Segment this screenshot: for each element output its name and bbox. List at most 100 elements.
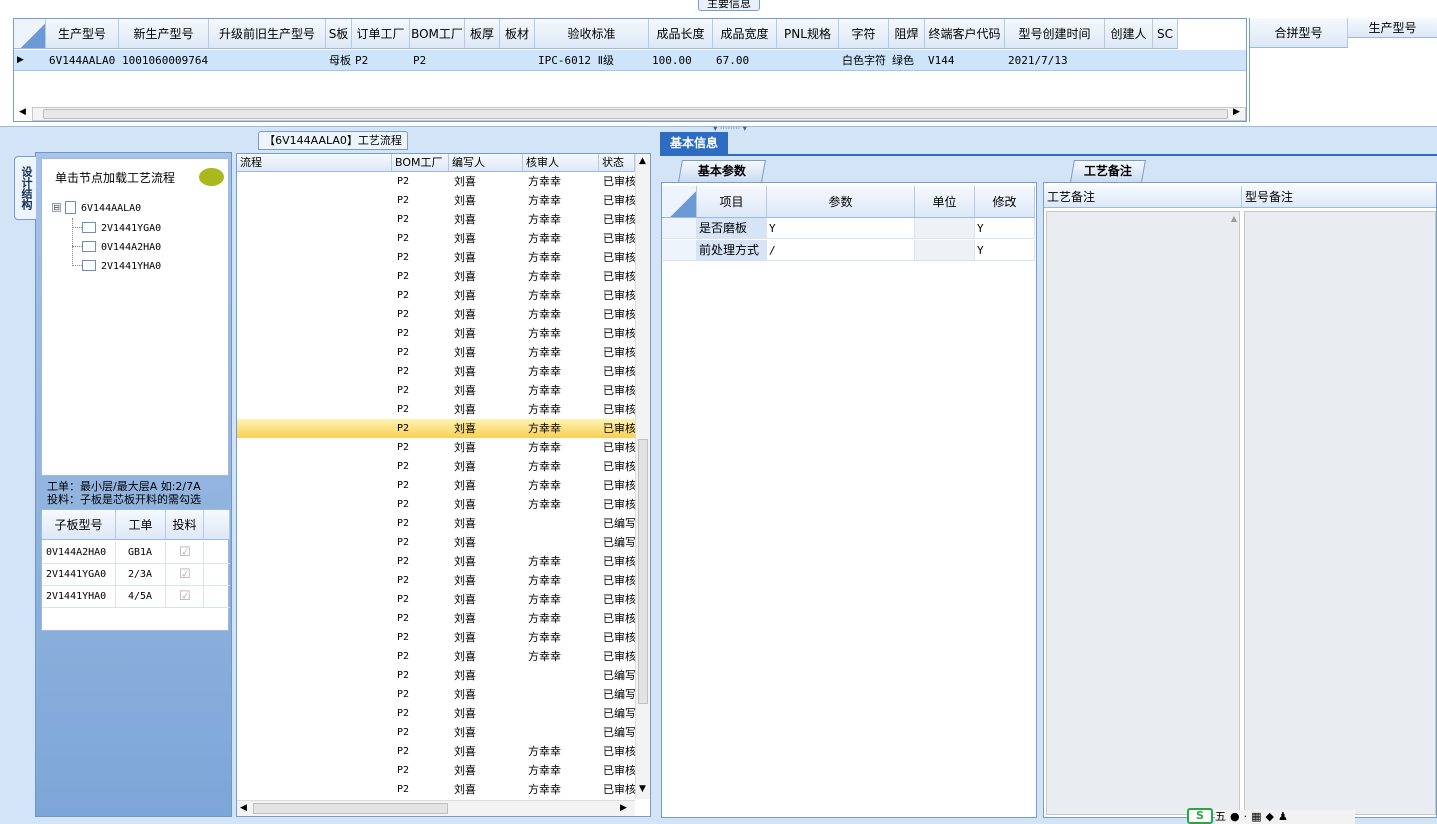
col-header[interactable]: 新生产型号: [119, 19, 209, 49]
table-cell[interactable]: 100.00: [652, 50, 712, 70]
col-header[interactable]: 项目: [697, 186, 767, 218]
process-remark-textarea[interactable]: ▲: [1046, 211, 1240, 815]
table-cell[interactable]: [1108, 50, 1152, 70]
process-row[interactable]: −电子测试P2刘喜已编写: [237, 666, 635, 685]
tab-basic-info[interactable]: 基本信息: [660, 132, 728, 154]
scroll-up-icon[interactable]: ▲: [1231, 214, 1237, 223]
tab-basic-params[interactable]: 基本参数: [678, 160, 766, 182]
scrollbar-thumb[interactable]: [43, 109, 1228, 119]
col-header[interactable]: 创建人: [1105, 19, 1153, 49]
process-row[interactable]: 阻焊前处理1P2刘喜方幸幸已审核: [237, 419, 635, 438]
table-cell[interactable]: [503, 50, 534, 70]
scroll-up-icon[interactable]: ▲: [639, 156, 646, 166]
process-row[interactable]: 阻焊塞孔P2刘喜方幸幸已审核: [237, 286, 635, 305]
scroll-left-icon[interactable]: ◀: [19, 107, 26, 117]
col-header[interactable]: 核审人: [523, 154, 599, 172]
process-row[interactable]: 喷砂P2刘喜方幸幸已审核: [237, 590, 635, 609]
feed-checkbox[interactable]: ☑: [179, 564, 191, 586]
process-row[interactable]: 电子测试P2刘喜已编写: [237, 685, 635, 704]
process-row[interactable]: −阻焊P2刘喜方幸幸已审核: [237, 248, 635, 267]
tree-node[interactable]: 2V1441YGA0: [72, 218, 161, 237]
table-cell[interactable]: [780, 50, 838, 70]
table-row[interactable]: ▶是否磨板YY: [662, 218, 1036, 240]
process-row[interactable]: 显影P2刘喜方幸幸已审核: [237, 362, 635, 381]
process-row[interactable]: 字符P2刘喜已编写: [237, 533, 635, 552]
process-row[interactable]: 功能检查P2刘喜方幸幸已审核: [237, 780, 635, 799]
scroll-right-icon[interactable]: ▶: [620, 803, 627, 813]
col-header[interactable]: 终端客户代码: [925, 19, 1005, 49]
table-row[interactable]: 前处理方式 / Y: [662, 240, 1036, 262]
model-remark-header[interactable]: 型号备注: [1242, 186, 1436, 208]
col-header[interactable]: BOM工厂: [392, 154, 449, 172]
merge-col-header[interactable]: 生产型号: [1348, 18, 1437, 38]
tab-process-remark[interactable]: 工艺备注: [1070, 160, 1146, 182]
table-cell[interactable]: P2: [413, 50, 464, 70]
scroll-down-icon[interactable]: ▼: [639, 784, 646, 794]
table-cell[interactable]: 6V144AALA0: [49, 50, 118, 70]
process-flow-title[interactable]: 【6V144AALA0】工艺流程: [258, 131, 408, 150]
process-row[interactable]: 铣板P2刘喜已编写: [237, 723, 635, 742]
col-header[interactable]: 修改: [975, 186, 1035, 218]
horizontal-scrollbar[interactable]: [32, 107, 1246, 121]
feed-checkbox[interactable]: ☑: [179, 586, 191, 608]
scroll-right-icon[interactable]: ▶: [1233, 107, 1240, 117]
col-header[interactable]: PNL规格: [777, 19, 839, 49]
process-row[interactable]: 预烘1P2刘喜方幸幸已审核: [237, 457, 635, 476]
splitter-handle[interactable]: ▾ ········ ▾: [700, 125, 760, 133]
table-cell[interactable]: 10010600097644: [122, 50, 208, 70]
col-header[interactable]: 编写人: [449, 154, 523, 172]
col-header[interactable]: 阻焊: [889, 19, 925, 49]
process-row[interactable]: −沉金P2刘喜方幸幸已审核: [237, 571, 635, 590]
col-header[interactable]: 字符: [839, 19, 889, 49]
feed-checkbox[interactable]: ☑: [179, 542, 191, 564]
process-row[interactable]: −阻焊1P2刘喜方幸幸已审核: [237, 400, 635, 419]
table-cell[interactable]: [1156, 50, 1177, 70]
table-row[interactable]: 2V1441YHA0 4/5A ☑: [42, 586, 230, 608]
table-row[interactable]: ▶ 6V144AALA0 10010600097644 母板 P2 P2 IPC-6012…: [14, 50, 1246, 71]
scrollbar-thumb[interactable]: [253, 803, 448, 814]
main-info-title[interactable]: 主要信息: [698, 0, 760, 11]
col-header[interactable]: 订单工厂: [352, 19, 410, 49]
table-cell[interactable]: 白色字符: [842, 50, 888, 70]
process-row[interactable]: 水洗烘干P2刘喜方幸幸已审核: [237, 647, 635, 666]
col-header[interactable]: S板: [326, 19, 352, 49]
tree-node-root[interactable]: ⊟ 6V144AALA0: [52, 199, 141, 216]
table-cell[interactable]: 67.00: [716, 50, 776, 70]
process-row[interactable]: −外形P2刘喜已编写: [237, 704, 635, 723]
col-header[interactable]: 成品宽度: [713, 19, 777, 49]
col-header[interactable]: 工单: [116, 510, 166, 540]
horizontal-scrollbar[interactable]: ◀ ▶: [237, 800, 635, 816]
col-header[interactable]: SC: [1153, 19, 1178, 49]
process-row[interactable]: 显影1P2刘喜方幸幸已审核: [237, 495, 635, 514]
col-header[interactable]: 验收标准: [535, 19, 649, 49]
collapse-icon[interactable]: ⊟: [52, 203, 61, 212]
table-cell[interactable]: V144: [928, 50, 1004, 70]
col-header[interactable]: 成品长度: [649, 19, 713, 49]
merge-col-header[interactable]: 合拼型号: [1250, 18, 1348, 48]
col-header[interactable]: 状态: [599, 154, 635, 172]
process-row[interactable]: 成品清洗P2刘喜方幸幸已审核: [237, 742, 635, 761]
process-row[interactable]: 板边包胶P2刘喜方幸幸已审核: [237, 609, 635, 628]
table-cell[interactable]: [468, 50, 499, 70]
col-header[interactable]: 子板型号: [42, 510, 116, 540]
col-header[interactable]: 板厚: [465, 19, 500, 49]
process-row[interactable]: 终固化P2刘喜方幸幸已审核: [237, 552, 635, 571]
table-cell[interactable]: [212, 50, 325, 70]
param-cell[interactable]: /: [767, 240, 915, 261]
ime-toolbar[interactable]: S 五●‧▦◆♟: [1185, 806, 1355, 824]
process-row[interactable]: 外层AOIP2刘喜方幸幸已审核: [237, 229, 635, 248]
col-header[interactable]: 流程: [237, 154, 392, 172]
col-header[interactable]: BOM工厂: [410, 19, 465, 49]
col-header[interactable]: 投料: [166, 510, 204, 540]
process-remark-header[interactable]: 工艺备注: [1044, 186, 1242, 208]
scrollbar-thumb[interactable]: [638, 439, 648, 704]
col-header[interactable]: 升级前旧生产型号: [209, 19, 326, 49]
col-header[interactable]: 单位: [915, 186, 975, 218]
table-cell[interactable]: 2021/7/13: [1008, 50, 1104, 70]
unit-cell[interactable]: [915, 218, 975, 239]
table-cell[interactable]: P2: [355, 50, 409, 70]
scroll-left-icon[interactable]: ◀: [240, 803, 247, 813]
modify-cell[interactable]: Y: [975, 218, 1035, 239]
col-header[interactable]: 板材: [500, 19, 535, 49]
vertical-scrollbar[interactable]: ▲ ▼: [635, 154, 650, 799]
